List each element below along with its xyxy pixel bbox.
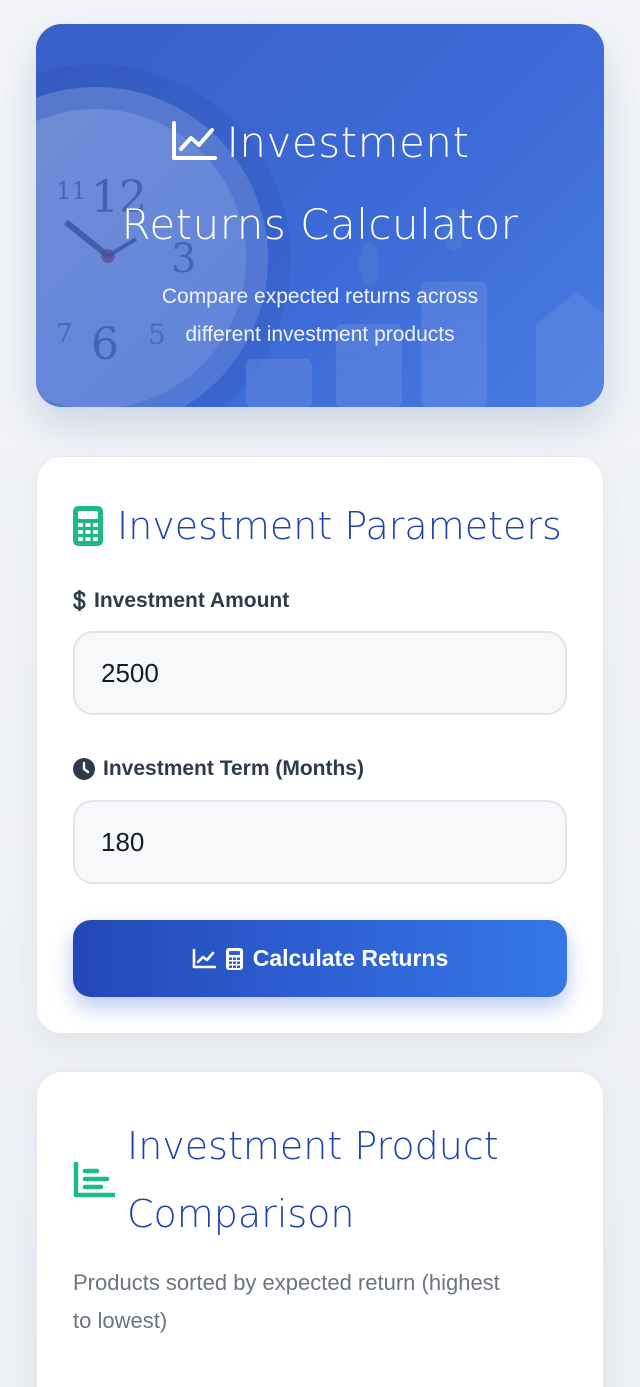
investment-term-label-text: Investment Term (Months) [103, 757, 364, 780]
hero-content: Investment Returns Calculator Compare ex… [36, 104, 604, 354]
investment-amount-label-text: Investment Amount [94, 589, 290, 612]
comparison-description: Products sorted by expected return (high… [73, 1270, 500, 1333]
chart-line-icon [192, 948, 216, 969]
calculate-returns-label: Calculate Returns [252, 945, 449, 971]
investment-term-input[interactable] [73, 800, 567, 884]
bar-chart-icon [73, 1162, 115, 1198]
comparison-title-text: Investment Product Comparison [127, 1124, 499, 1236]
hero-banner: 12 11 3 5 6 7 [36, 24, 604, 407]
investment-term-label: Investment Term (Months) [73, 757, 364, 781]
parameters-title: Investment Parameters [73, 501, 562, 551]
calculator-icon [73, 506, 103, 546]
investment-amount-label: Investment Amount [73, 589, 289, 613]
investment-amount-input[interactable] [73, 631, 567, 715]
parameters-title-text: Investment Parameters [117, 504, 562, 548]
chart-line-icon [171, 108, 217, 186]
comparison-title: Investment Product Comparison [73, 1112, 547, 1248]
page: 12 11 3 5 6 7 [0, 0, 640, 1387]
hero-subtitle: Compare expected returns across differen… [161, 285, 479, 346]
dollar-icon [73, 590, 86, 612]
calculate-returns-button[interactable]: Calculate Returns [73, 920, 567, 997]
product-comparison-card: Investment Product Comparison Products s… [36, 1071, 604, 1387]
investment-parameters-card: Investment Parameters Investment Amount … [36, 456, 604, 1034]
hero-title: Investment Returns Calculator [36, 104, 604, 264]
calculator-icon [225, 947, 243, 970]
clock-icon [73, 758, 95, 780]
